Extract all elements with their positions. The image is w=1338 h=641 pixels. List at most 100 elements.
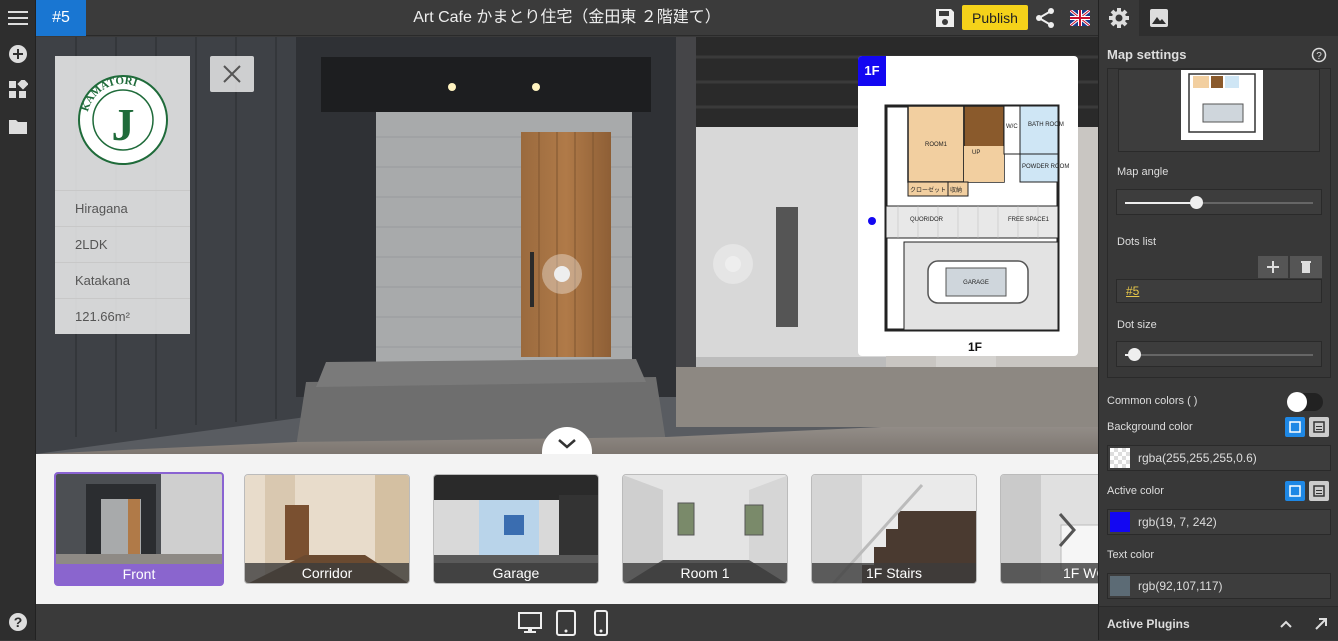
language-flag-icon[interactable] [1069,8,1091,28]
panel-tabs [1099,0,1338,36]
help-icon[interactable]: ? [6,610,30,634]
text-color-field[interactable]: rgb(92,107,117) [1107,573,1331,599]
add-icon[interactable] [6,42,30,66]
map-settings-box: Map angle Dots list #5 Dot size [1107,68,1331,378]
image-icon [1150,9,1168,27]
desktop-icon[interactable] [518,611,542,635]
info-item-4: 121.66m² [55,298,190,334]
gradient-mode-button[interactable] [1309,417,1329,437]
delete-dot-button[interactable] [1290,256,1322,278]
dots-list: #5 [1116,279,1322,303]
scene-thumb-1f-wc[interactable]: 1F WC [1000,474,1098,584]
scene-label: Room 1 [623,563,787,583]
settings-tab[interactable] [1099,0,1139,36]
svg-text:収納: 収納 [950,186,962,194]
phone-icon[interactable] [593,610,609,636]
dot-size-label: Dot size [1117,319,1157,331]
active-plugins-label: Active Plugins [1107,617,1190,631]
scene-thumb-room1[interactable]: Room 1 [622,474,788,584]
floor-plan: ROOM1 UP W/C BATH ROOM POWDER ROOM クローゼッ… [868,104,1069,354]
save-icon[interactable] [934,7,956,29]
scene-label: 1F WC [1001,563,1098,583]
svg-text:FREE SPACE1: FREE SPACE1 [1008,217,1050,223]
active-color-label: Active color [1107,485,1164,497]
map-preview[interactable] [1181,70,1263,140]
chevron-right-icon [1058,513,1076,547]
menu-icon[interactable] [6,6,30,30]
svg-text:GARAGE: GARAGE [963,280,989,286]
info-item-1: Hiragana [55,190,190,226]
info-item-2: 2LDK [55,226,190,262]
map-angle-label: Map angle [1117,166,1169,178]
scene-label: Corridor [245,563,409,583]
text-color-value: rgb(92,107,117) [1138,579,1223,593]
svg-text:POWDER ROOM: POWDER ROOM [1022,164,1069,170]
svg-text:QUORIDOR: QUORIDOR [910,217,944,223]
info-item-3: Katakana [55,262,190,298]
common-colors-label: Common colors ( ) [1107,395,1198,407]
chevron-down-icon [558,439,576,449]
scene-thumb-front[interactable]: Front [54,472,224,586]
device-preview-bar [36,604,1098,640]
slider-thumb[interactable] [1128,348,1142,361]
kamatori-logo: J KAMATORI [77,74,169,166]
common-colors-toggle[interactable] [1287,392,1323,412]
add-dot-button[interactable] [1258,256,1288,278]
active-color-value: rgb(19, 7, 242) [1138,515,1217,529]
svg-text:UP: UP [972,150,980,156]
info-card: J KAMATORI Hiragana 2LDK Katakana 121.66… [55,56,190,334]
settings-panel: Map settings ? Map angle Dots list #5 Do… [1098,0,1338,640]
bg-color-value: rgba(255,255,255,0.6) [1138,451,1257,465]
active-color-swatch[interactable] [1110,512,1130,532]
close-button[interactable] [210,56,254,92]
image-tab[interactable] [1139,0,1179,36]
scene-thumb-corridor[interactable]: Corridor [244,474,410,584]
svg-text:BATH ROOM: BATH ROOM [1028,122,1064,128]
solid-mode-button[interactable] [1285,481,1305,501]
share-icon[interactable] [1034,7,1056,29]
scene-thumb-1f-stairs[interactable]: 1F Stairs [811,474,977,584]
folder-icon[interactable] [6,114,30,138]
svg-text:?: ? [1316,51,1322,62]
scene-label: Front [56,564,222,584]
bg-color-field[interactable]: rgba(255,255,255,0.6) [1107,445,1331,471]
map-dot[interactable] [868,217,876,225]
svg-text:W/C: W/C [1006,124,1018,130]
scroll-right-button[interactable] [1052,510,1082,550]
map-preview-frame [1118,69,1320,152]
collapse-thumbs-button[interactable] [542,427,592,454]
expand-arrow-icon[interactable] [1313,616,1329,632]
scene-label: Garage [434,563,598,583]
scene-thumb-garage[interactable]: Garage [433,474,599,584]
panorama-viewer[interactable]: J KAMATORI Hiragana 2LDK Katakana 121.66… [36,37,1098,454]
dot-size-slider[interactable] [1116,341,1322,367]
bg-color-label: Background color [1107,421,1193,433]
scene-thumbnails: Front Corridor Garage Room 1 1F Stairs 1… [36,454,1098,604]
trash-icon [1301,261,1311,273]
tablet-icon[interactable] [555,610,577,636]
active-color-field[interactable]: rgb(19, 7, 242) [1107,509,1331,535]
gear-icon [1109,8,1129,28]
active-plugins-bar[interactable]: Active Plugins [1099,606,1338,640]
bg-color-swatch[interactable] [1110,448,1130,468]
floor-map[interactable]: 1F ROOM1 UP W/C BATH ROOM POWDER ROOM クロ… [858,56,1078,356]
publish-button[interactable]: Publish [962,5,1028,30]
top-bar: #5 Art Cafe かまとり住宅（金田東 ２階建て） Publish [36,0,1098,36]
plus-icon [1267,261,1279,273]
svg-text:1F: 1F [968,340,982,354]
dot-item[interactable]: #5 [1126,284,1139,298]
left-toolbar: ? [0,0,36,640]
solid-mode-button[interactable] [1285,417,1305,437]
chevron-up-icon[interactable] [1279,617,1293,631]
text-color-swatch[interactable] [1110,576,1130,596]
widgets-icon[interactable] [6,78,30,102]
svg-text:クローゼット: クローゼット [910,186,946,194]
gradient-mode-button[interactable] [1309,481,1329,501]
svg-text:ROOM1: ROOM1 [925,142,948,148]
slider-thumb[interactable] [1190,196,1204,209]
help-circle-icon[interactable]: ? [1311,47,1327,63]
map-angle-slider[interactable] [1116,189,1322,215]
scene-label: 1F Stairs [812,563,976,583]
tour-id-badge[interactable]: #5 [36,0,86,36]
svg-text:J: J [112,99,135,150]
